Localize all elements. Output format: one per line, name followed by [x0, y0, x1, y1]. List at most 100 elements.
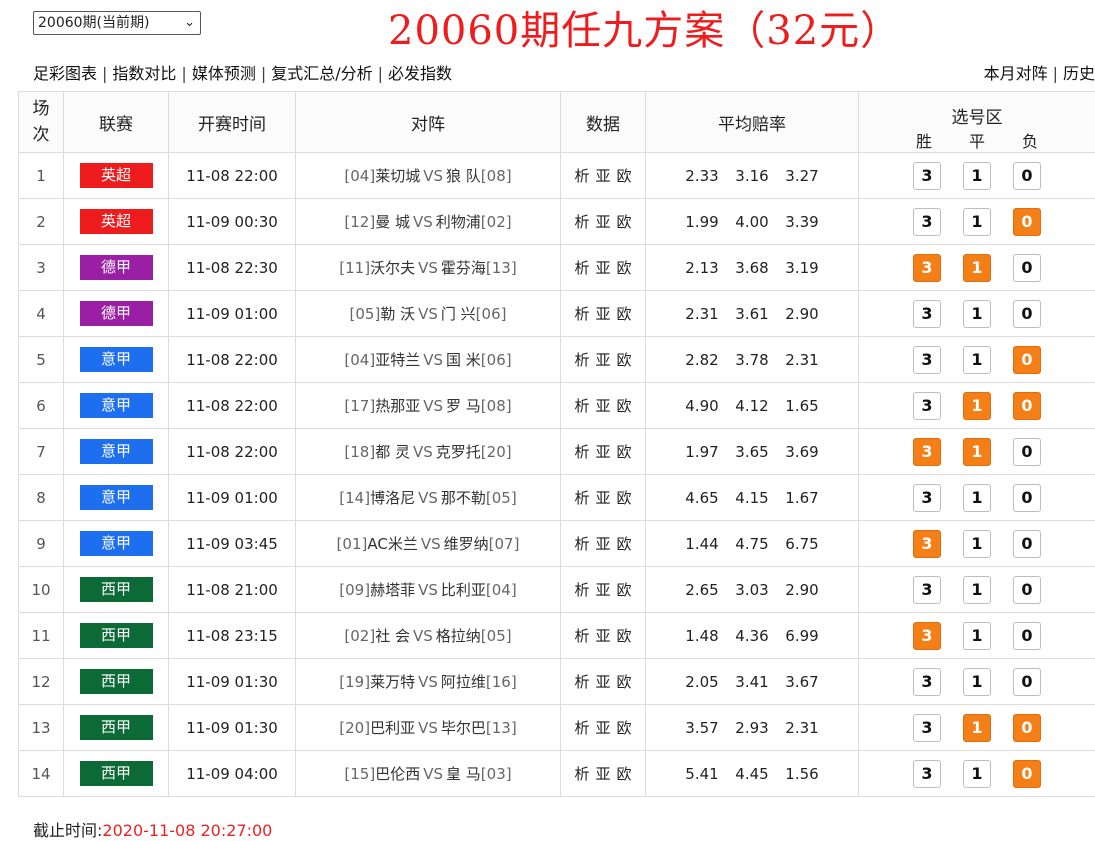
- away-team[interactable]: 皇 马: [446, 765, 481, 783]
- pick-lose-button[interactable]: 0: [1013, 300, 1041, 328]
- analysis-link[interactable]: 析: [571, 397, 592, 415]
- pick-win-button[interactable]: 3: [913, 208, 941, 236]
- pick-draw-button[interactable]: 1: [963, 392, 991, 420]
- league-badge[interactable]: 意甲: [80, 347, 153, 372]
- home-team[interactable]: 赫塔菲: [370, 581, 415, 599]
- asian-odds-link[interactable]: 亚: [592, 259, 613, 277]
- pick-win-button[interactable]: 3: [913, 392, 941, 420]
- home-team[interactable]: AC米兰: [367, 535, 417, 553]
- pick-draw-button[interactable]: 1: [963, 438, 991, 466]
- euro-odds-link[interactable]: 欧: [614, 627, 635, 645]
- pick-draw-button[interactable]: 1: [963, 300, 991, 328]
- pick-draw-button[interactable]: 1: [963, 484, 991, 512]
- away-team[interactable]: 阿拉维: [441, 673, 486, 691]
- asian-odds-link[interactable]: 亚: [592, 581, 613, 599]
- pick-lose-button[interactable]: 0: [1013, 622, 1041, 650]
- league-badge[interactable]: 意甲: [80, 485, 153, 510]
- pick-lose-button[interactable]: 0: [1013, 576, 1041, 604]
- euro-odds-link[interactable]: 欧: [614, 351, 635, 369]
- euro-odds-link[interactable]: 欧: [614, 167, 635, 185]
- analysis-link[interactable]: 析: [571, 351, 592, 369]
- euro-odds-link[interactable]: 欧: [614, 443, 635, 461]
- away-team[interactable]: 格拉纳: [436, 627, 481, 645]
- away-team[interactable]: 狼 队: [446, 167, 481, 185]
- league-badge[interactable]: 德甲: [80, 255, 153, 280]
- pick-win-button[interactable]: 3: [913, 668, 941, 696]
- league-badge[interactable]: 西甲: [80, 623, 153, 648]
- analysis-link[interactable]: 析: [571, 535, 592, 553]
- euro-odds-link[interactable]: 欧: [614, 581, 635, 599]
- euro-odds-link[interactable]: 欧: [614, 765, 635, 783]
- pick-lose-button[interactable]: 0: [1013, 254, 1041, 282]
- asian-odds-link[interactable]: 亚: [592, 167, 613, 185]
- pick-lose-button[interactable]: 0: [1013, 484, 1041, 512]
- asian-odds-link[interactable]: 亚: [592, 351, 613, 369]
- league-badge[interactable]: 西甲: [80, 669, 153, 694]
- league-badge[interactable]: 英超: [80, 209, 153, 234]
- league-badge[interactable]: 西甲: [80, 761, 153, 786]
- analysis-link[interactable]: 析: [571, 627, 592, 645]
- analysis-link[interactable]: 析: [571, 673, 592, 691]
- pick-win-button[interactable]: 3: [913, 300, 941, 328]
- pick-draw-button[interactable]: 1: [963, 714, 991, 742]
- pick-win-button[interactable]: 3: [913, 714, 941, 742]
- away-team[interactable]: 罗 马: [446, 397, 481, 415]
- analysis-link[interactable]: 析: [571, 489, 592, 507]
- asian-odds-link[interactable]: 亚: [592, 305, 613, 323]
- league-badge[interactable]: 意甲: [80, 439, 153, 464]
- asian-odds-link[interactable]: 亚: [592, 397, 613, 415]
- asian-odds-link[interactable]: 亚: [592, 535, 613, 553]
- analysis-link[interactable]: 析: [571, 167, 592, 185]
- pick-draw-button[interactable]: 1: [963, 346, 991, 374]
- asian-odds-link[interactable]: 亚: [592, 765, 613, 783]
- pick-lose-button[interactable]: 0: [1013, 346, 1041, 374]
- home-team[interactable]: 社 会: [375, 627, 410, 645]
- pick-draw-button[interactable]: 1: [963, 208, 991, 236]
- home-team[interactable]: 热那亚: [375, 397, 420, 415]
- euro-odds-link[interactable]: 欧: [614, 489, 635, 507]
- euro-odds-link[interactable]: 欧: [614, 305, 635, 323]
- nav-link-index-compare[interactable]: 指数对比: [112, 64, 176, 83]
- analysis-link[interactable]: 析: [571, 443, 592, 461]
- home-team[interactable]: 沃尔夫: [370, 259, 415, 277]
- league-badge[interactable]: 意甲: [80, 393, 153, 418]
- analysis-link[interactable]: 析: [571, 581, 592, 599]
- pick-lose-button[interactable]: 0: [1013, 392, 1041, 420]
- league-badge[interactable]: 西甲: [80, 715, 153, 740]
- pick-win-button[interactable]: 3: [913, 438, 941, 466]
- home-team[interactable]: 莱万特: [370, 673, 415, 691]
- asian-odds-link[interactable]: 亚: [592, 489, 613, 507]
- home-team[interactable]: 亚特兰: [375, 351, 420, 369]
- pick-draw-button[interactable]: 1: [963, 530, 991, 558]
- pick-win-button[interactable]: 3: [913, 162, 941, 190]
- asian-odds-link[interactable]: 亚: [592, 627, 613, 645]
- pick-draw-button[interactable]: 1: [963, 760, 991, 788]
- pick-lose-button[interactable]: 0: [1013, 668, 1041, 696]
- asian-odds-link[interactable]: 亚: [592, 719, 613, 737]
- pick-lose-button[interactable]: 0: [1013, 530, 1041, 558]
- nav-link-multi-summary[interactable]: 复式汇总/分析: [271, 64, 372, 83]
- away-team[interactable]: 利物浦: [436, 213, 481, 231]
- asian-odds-link[interactable]: 亚: [592, 213, 613, 231]
- away-team[interactable]: 那不勒: [441, 489, 486, 507]
- away-team[interactable]: 维罗纳: [444, 535, 489, 553]
- pick-lose-button[interactable]: 0: [1013, 162, 1041, 190]
- home-team[interactable]: 都 灵: [375, 443, 410, 461]
- euro-odds-link[interactable]: 欧: [614, 213, 635, 231]
- asian-odds-link[interactable]: 亚: [592, 673, 613, 691]
- home-team[interactable]: 勒 沃: [380, 305, 415, 323]
- league-badge[interactable]: 西甲: [80, 577, 153, 602]
- away-team[interactable]: 霍芬海: [441, 259, 486, 277]
- pick-win-button[interactable]: 3: [913, 576, 941, 604]
- home-team[interactable]: 巴伦西: [375, 765, 420, 783]
- pick-draw-button[interactable]: 1: [963, 576, 991, 604]
- away-team[interactable]: 克罗托: [436, 443, 481, 461]
- euro-odds-link[interactable]: 欧: [614, 535, 635, 553]
- home-team[interactable]: 莱切城: [375, 167, 420, 185]
- away-team[interactable]: 毕尔巴: [441, 719, 486, 737]
- euro-odds-link[interactable]: 欧: [614, 673, 635, 691]
- analysis-link[interactable]: 析: [571, 765, 592, 783]
- analysis-link[interactable]: 析: [571, 719, 592, 737]
- nav-link-month-fixtures[interactable]: 本月对阵: [984, 64, 1048, 83]
- nav-link-history[interactable]: 历史: [1063, 64, 1095, 83]
